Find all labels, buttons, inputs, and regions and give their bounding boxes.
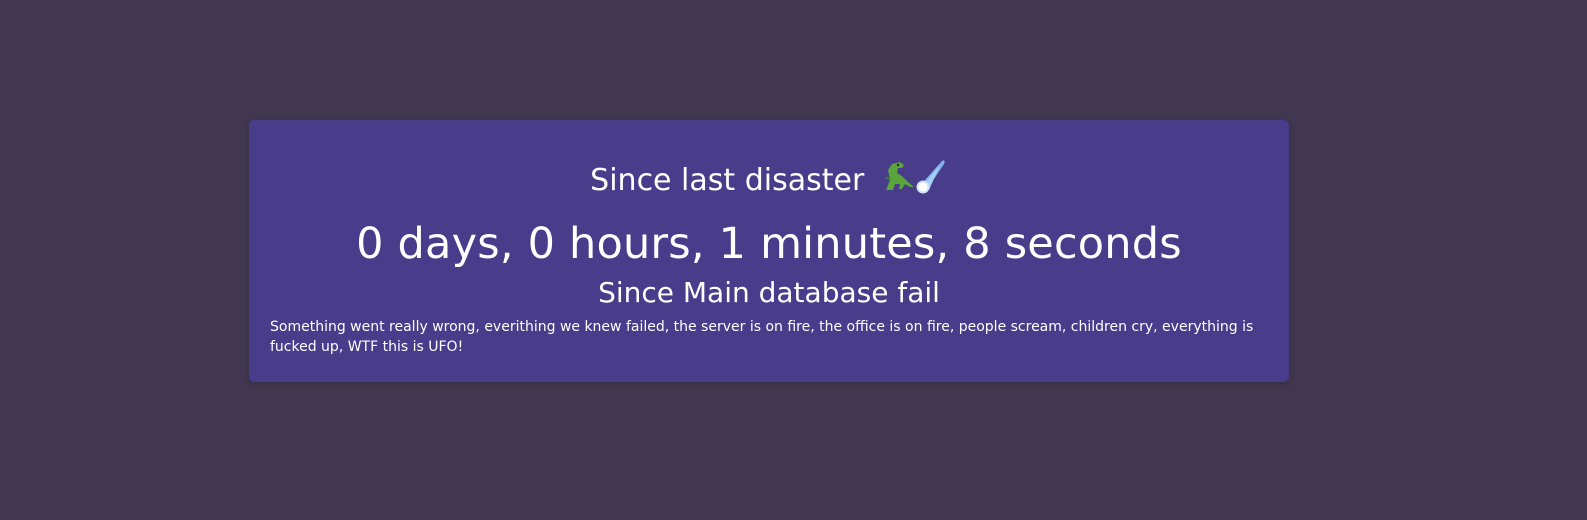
disaster-card: Since last disaster 0 days, 0 hours, 1 m… [249, 120, 1289, 382]
heading-icons [880, 156, 948, 207]
event-description: Something went really wrong, everithing … [270, 319, 1254, 355]
dinosaur-icon [885, 162, 914, 190]
dinosaur-comet-icons [885, 160, 945, 194]
card-heading: Since last disaster [249, 156, 1289, 207]
comet-icon [916, 160, 945, 194]
page: Since last disaster 0 days, 0 hours, 1 m… [0, 0, 1587, 520]
elapsed-time: 0 days, 0 hours, 1 minutes, 8 seconds [356, 219, 1182, 269]
card-heading-text: Since last disaster [590, 163, 865, 198]
event-title: Since Main database fail [598, 276, 940, 309]
